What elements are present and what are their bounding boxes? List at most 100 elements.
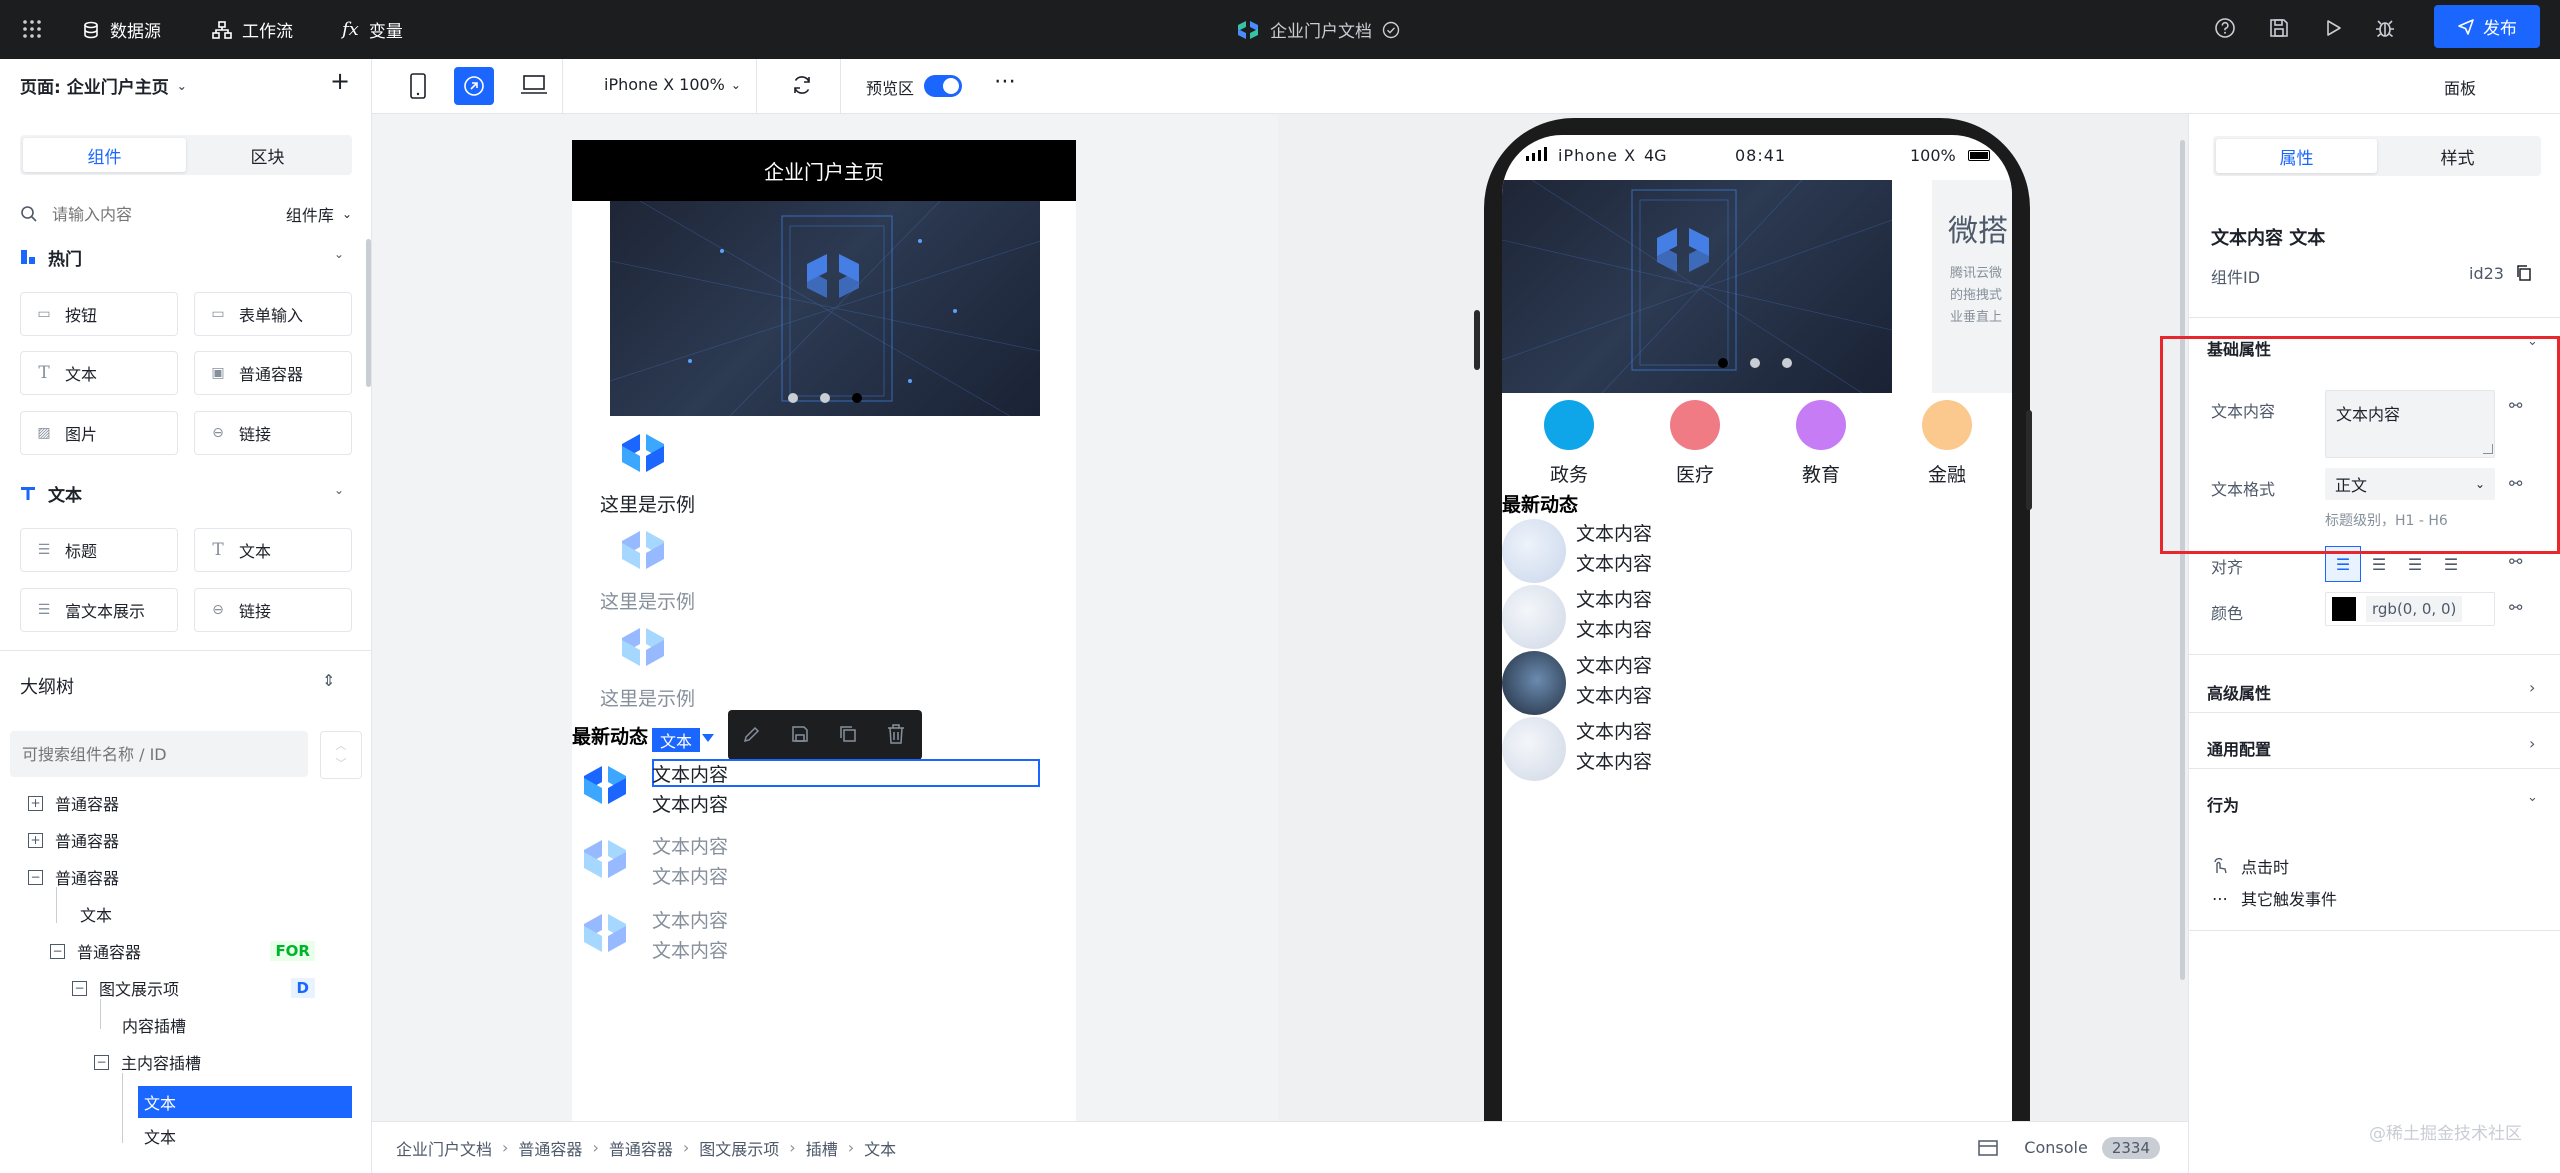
news-item-line[interactable]: 文本内容 (1576, 651, 1652, 678)
news-item-line[interactable]: 文本内容 (652, 790, 728, 817)
breadcrumb-item[interactable]: 普通容器 (518, 1136, 582, 1160)
refresh-icon[interactable] (790, 73, 814, 101)
component-link[interactable]: ⊖ 链接 (194, 588, 352, 632)
breadcrumb-item[interactable]: 文本 (864, 1136, 896, 1160)
library-selector[interactable]: 组件库 ⌄ (286, 202, 352, 226)
category-label[interactable]: 医疗 (1676, 460, 1714, 487)
banner-carousel[interactable] (610, 201, 1040, 416)
component-form-input[interactable]: ▭ 表单输入 (194, 292, 352, 336)
component-text[interactable]: T 文本 (20, 351, 178, 395)
tree-node-container[interactable]: − 普通容器 FOR (50, 934, 315, 968)
example-text[interactable]: 这里是示例 (600, 490, 695, 517)
news-item-line[interactable]: 文本内容 (1576, 549, 1652, 576)
category-label[interactable]: 教育 (1802, 460, 1840, 487)
chevron-down-icon[interactable]: ⌄ (334, 247, 344, 261)
edit-pencil-icon[interactable] (742, 724, 762, 748)
carousel-dot[interactable] (1750, 358, 1760, 368)
apps-grid-icon[interactable] (20, 17, 44, 41)
page-header[interactable]: 企业门户主页 (572, 140, 1076, 201)
collapse-icon[interactable]: − (28, 869, 43, 885)
selected-component-tag[interactable]: 文本 (652, 728, 701, 752)
chevron-right-icon[interactable]: › (2529, 734, 2535, 753)
breadcrumb-item[interactable]: 图文展示项 (699, 1136, 779, 1160)
tab-blocks[interactable]: 区块 (186, 138, 349, 172)
preview-toggle[interactable] (924, 75, 962, 97)
news-item-line[interactable]: 文本内容 (652, 906, 728, 933)
add-page-button[interactable]: + (330, 67, 350, 95)
phone-banner[interactable] (1502, 180, 1892, 393)
component-heading[interactable]: ☰ 标题 (20, 528, 178, 572)
component-rich-text[interactable]: ☰ 富文本展示 (20, 588, 178, 632)
news-section-title[interactable]: 最新动态 (572, 722, 648, 749)
category-icon-medical[interactable] (1670, 400, 1720, 450)
on-click-event[interactable]: 点击时 (2211, 854, 2289, 878)
news-item-line[interactable]: 文本内容 (1576, 585, 1652, 612)
collapse-toggle-icon[interactable]: ⇕ (322, 671, 335, 690)
example-text[interactable]: 这里是示例 (600, 587, 695, 614)
behavior-header[interactable]: 行为 (2207, 792, 2239, 816)
carousel-dot[interactable] (788, 393, 798, 403)
general-config-header[interactable]: 通用配置 (2207, 736, 2271, 760)
category-label[interactable]: 政务 (1550, 460, 1588, 487)
color-picker[interactable]: rgb(0, 0, 0) (2325, 592, 2495, 626)
tree-node-container[interactable]: + 普通容器 (28, 786, 119, 820)
tab-properties[interactable]: 属性 (2216, 139, 2377, 173)
news-item-line[interactable]: 文本内容 (1576, 519, 1652, 546)
datasource-button[interactable]: 数据源 (82, 0, 161, 59)
device-size-select[interactable]: iPhone X 100% ⌄ (604, 75, 741, 94)
news-item-line[interactable]: 文本内容 (1576, 747, 1652, 774)
category-icon-gov[interactable] (1544, 400, 1594, 450)
carousel-dot[interactable] (1782, 358, 1792, 368)
tree-node-container[interactable]: − 普通容器 (28, 860, 119, 894)
tree-node-text[interactable]: 文本 (144, 1119, 176, 1153)
scrollbar-thumb[interactable] (366, 239, 371, 387)
panel-toggle[interactable]: 面板 (2444, 75, 2476, 99)
desktop-device-icon[interactable] (520, 73, 548, 101)
mobile-device-icon[interactable] (408, 73, 428, 103)
carousel-dot-active[interactable] (852, 393, 862, 403)
collapse-icon[interactable]: − (72, 980, 87, 996)
banner-next-slide[interactable]: 微搭 腾讯云微 的拖拽式 业垂直上 (1932, 180, 2012, 393)
adaptive-device-button[interactable] (454, 67, 494, 105)
news-item-line[interactable]: 文本内容 (1576, 615, 1652, 642)
carousel-dot-active[interactable] (1718, 358, 1728, 368)
component-link[interactable]: ⊖ 链接 (194, 411, 352, 455)
expand-icon[interactable]: + (28, 832, 43, 848)
carousel-dot[interactable] (820, 393, 830, 403)
news-item-line[interactable]: 文本内容 (1576, 681, 1652, 708)
bind-link-icon[interactable]: ⚯ (2509, 598, 2522, 617)
component-container[interactable]: ▣ 普通容器 (194, 351, 352, 395)
page-selector[interactable]: 页面: 企业门户主页 ⌄ (20, 73, 187, 98)
other-events[interactable]: ⋯ 其它触发事件 (2211, 886, 2337, 910)
expand-icon[interactable]: + (28, 795, 43, 811)
tab-components[interactable]: 组件 (23, 138, 186, 172)
collapse-icon[interactable]: − (50, 943, 65, 959)
workflow-button[interactable]: 工作流 (212, 0, 293, 59)
chevron-down-icon[interactable]: ⌄ (334, 483, 344, 497)
more-options-icon[interactable]: ⋯ (994, 69, 1016, 94)
console-toggle[interactable]: Console 2334 (1978, 1136, 2160, 1159)
breadcrumb-item[interactable]: 普通容器 (609, 1136, 673, 1160)
debug-bug-icon[interactable] (2374, 17, 2398, 41)
save-icon[interactable] (790, 724, 810, 748)
publish-button[interactable]: 发布 (2434, 5, 2540, 48)
chevron-right-icon[interactable]: › (2529, 678, 2535, 697)
bind-link-icon[interactable]: ⚯ (2509, 552, 2522, 571)
component-image[interactable]: ▨ 图片 (20, 411, 178, 455)
news-item-line[interactable]: 文本内容 (652, 862, 728, 889)
breadcrumb-item[interactable]: 插槽 (806, 1136, 838, 1160)
news-item-line-selected[interactable]: 文本内容 (652, 760, 728, 787)
variables-button[interactable]: fx 变量 (342, 0, 403, 59)
example-text[interactable]: 这里是示例 (600, 684, 695, 711)
color-swatch[interactable] (2332, 597, 2356, 621)
breadcrumb-item[interactable]: 企业门户文档 (396, 1136, 492, 1160)
category-hot[interactable]: 热门 (20, 245, 82, 270)
chevron-down-icon[interactable]: ⌄ (2527, 790, 2538, 805)
tree-node-container[interactable]: + 普通容器 (28, 823, 119, 857)
component-text[interactable]: T 文本 (194, 528, 352, 572)
advanced-properties-header[interactable]: 高级属性 (2207, 680, 2271, 704)
collapse-icon[interactable]: − (94, 1054, 109, 1070)
news-item-line[interactable]: 文本内容 (652, 936, 728, 963)
copy-icon[interactable] (2515, 264, 2533, 286)
category-label[interactable]: 金融 (1928, 460, 1966, 487)
